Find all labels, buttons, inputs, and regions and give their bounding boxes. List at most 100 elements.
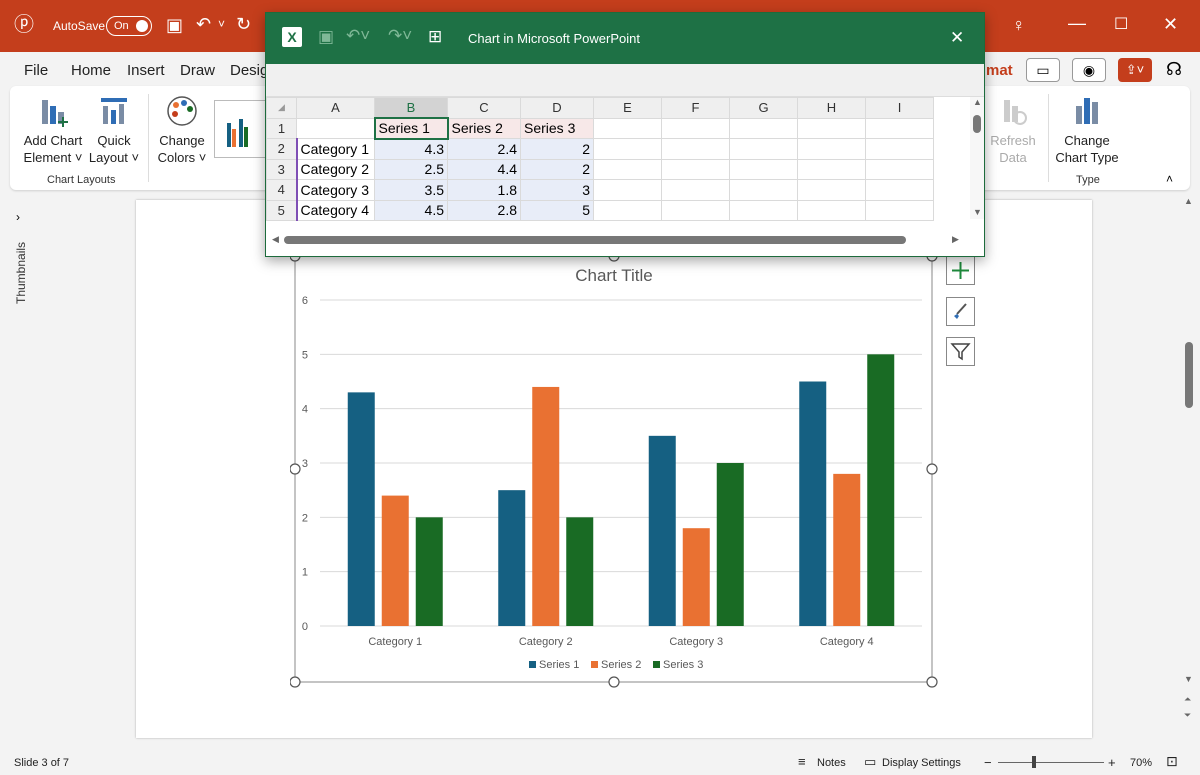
undo-dropdown-icon[interactable]: ˅ (218, 15, 225, 33)
chart-legend[interactable]: Series 1 Series 2 Series 3 (529, 659, 703, 671)
excel-cell[interactable] (865, 179, 934, 201)
bar[interactable] (566, 517, 594, 626)
edit-data-in-excel-icon[interactable]: ⊞ (428, 27, 442, 47)
excel-cell[interactable] (593, 199, 662, 221)
tab-home[interactable]: Home (71, 62, 111, 79)
maximize-icon[interactable]: ☐ (1114, 16, 1128, 34)
excel-cell[interactable] (661, 117, 730, 139)
excel-cell[interactable]: 2.4 (447, 138, 521, 160)
next-slide-icon[interactable]: ⏷ (1184, 710, 1191, 721)
excel-cell[interactable]: Category 1 (295, 138, 375, 160)
excel-cell[interactable] (729, 179, 798, 201)
chart[interactable]: 0123456 Category 1 Category 2 Category 3 Ca… (290, 256, 950, 696)
excel-cell[interactable]: 2 (520, 158, 594, 180)
excel-cell[interactable] (797, 158, 866, 180)
add-chart-element-button[interactable]: Add Chart Element ˅ (20, 94, 86, 166)
select-all-corner[interactable]: ◢ (266, 97, 297, 119)
record-button[interactable]: ◉ (1072, 58, 1106, 82)
collapse-ribbon-icon[interactable]: ˄ (1166, 172, 1173, 186)
change-colors-button[interactable]: Change Colors ˅ (154, 94, 210, 166)
excel-cell[interactable] (661, 158, 730, 180)
undo-icon[interactable]: ↶ (196, 15, 211, 33)
excel-chart-data-window[interactable]: X ▣ ↶˅ ↷˅ ⊞ Chart in Microsoft PowerPoin… (265, 12, 985, 257)
column-header[interactable]: H (797, 97, 866, 119)
thumbnails-label[interactable]: Thumbnails (14, 242, 28, 304)
coauthor-icon[interactable]: ☊ (1166, 59, 1182, 80)
bar[interactable] (498, 490, 526, 626)
bar[interactable] (682, 528, 710, 626)
excel-cell[interactable] (797, 138, 866, 160)
scroll-up-icon[interactable]: ▲ (1184, 196, 1193, 206)
bar[interactable] (532, 386, 560, 626)
excel-cell[interactable] (661, 179, 730, 201)
resize-handle[interactable] (926, 463, 938, 475)
scroll-up-icon[interactable]: ▲ (973, 97, 982, 107)
quick-layout-button[interactable]: Quick Layout ˅ (86, 94, 142, 166)
excel-close-icon[interactable]: ✕ (950, 28, 964, 48)
autosave-toggle[interactable]: On (106, 16, 152, 36)
excel-cell[interactable] (661, 199, 730, 221)
excel-cell[interactable] (661, 138, 730, 160)
excel-cell[interactable]: Series 3 (520, 117, 594, 139)
redo-icon[interactable]: ↻ (236, 15, 251, 33)
tab-design[interactable]: Desig (230, 62, 268, 79)
bar[interactable] (415, 517, 443, 626)
bar[interactable] (867, 354, 895, 626)
chart-styles-button[interactable] (946, 297, 975, 326)
close-window-icon[interactable]: ✕ (1163, 15, 1178, 33)
excel-cell[interactable] (729, 199, 798, 221)
excel-cell[interactable]: Category 3 (295, 179, 375, 201)
excel-hscroll-thumb[interactable] (284, 236, 906, 244)
excel-cell[interactable] (865, 199, 934, 221)
bar[interactable] (347, 392, 375, 626)
zoom-out-button[interactable]: − (984, 755, 992, 770)
excel-cell[interactable] (593, 117, 662, 139)
excel-cell[interactable]: 4.4 (447, 158, 521, 180)
bar[interactable] (799, 381, 827, 627)
scroll-left-icon[interactable]: ◀ (272, 234, 279, 245)
excel-cell[interactable]: 4.3 (374, 138, 448, 160)
excel-cell[interactable]: 3.5 (374, 179, 448, 201)
notes-button[interactable]: Notes (817, 757, 846, 769)
excel-cell[interactable] (797, 199, 866, 221)
excel-cell[interactable] (729, 158, 798, 180)
row-header[interactable]: 1 (266, 117, 297, 139)
excel-vscroll-thumb[interactable] (973, 115, 981, 133)
lightbulb-icon[interactable]: ♀ (1012, 16, 1026, 34)
excel-cell[interactable] (593, 138, 662, 160)
chart-elements-button[interactable] (946, 256, 975, 285)
column-header[interactable]: A (296, 97, 375, 119)
row-header[interactable]: 5 (266, 199, 297, 221)
tab-insert[interactable]: Insert (127, 62, 165, 79)
resize-handle[interactable] (926, 676, 938, 688)
scroll-down-icon[interactable]: ▼ (973, 207, 982, 217)
excel-cell[interactable] (729, 117, 798, 139)
chart-title[interactable]: Chart Title (575, 266, 652, 285)
tab-draw[interactable]: Draw (180, 62, 215, 79)
share-button[interactable]: ⇪˅ (1118, 58, 1152, 82)
zoom-slider[interactable] (998, 762, 1104, 763)
excel-cell[interactable] (865, 138, 934, 160)
resize-handle[interactable] (608, 676, 620, 688)
column-header[interactable]: G (729, 97, 798, 119)
excel-cell[interactable]: Category 2 (295, 158, 375, 180)
excel-cell[interactable] (593, 158, 662, 180)
resize-handle[interactable] (290, 463, 301, 475)
column-header[interactable]: B (374, 97, 448, 119)
excel-cell[interactable]: 2.8 (447, 199, 521, 221)
scroll-right-icon[interactable]: ▶ (952, 234, 959, 245)
scroll-down-icon[interactable]: ▼ (1184, 674, 1193, 684)
row-header[interactable]: 3 (266, 158, 297, 180)
column-header[interactable]: C (447, 97, 521, 119)
excel-vertical-scrollbar[interactable]: ▲ ▼ (970, 97, 984, 219)
column-header[interactable]: D (520, 97, 594, 119)
change-chart-type-button[interactable]: Change Chart Type (1054, 94, 1120, 166)
excel-cell[interactable] (797, 117, 866, 139)
excel-cell[interactable] (593, 179, 662, 201)
excel-cell[interactable]: 2 (520, 138, 594, 160)
display-settings-button[interactable]: Display Settings (882, 757, 961, 769)
excel-cell[interactable] (797, 179, 866, 201)
excel-horizontal-scrollbar[interactable]: ◀ ▶ (266, 231, 970, 249)
column-header[interactable]: E (593, 97, 662, 119)
excel-cell[interactable] (865, 158, 934, 180)
